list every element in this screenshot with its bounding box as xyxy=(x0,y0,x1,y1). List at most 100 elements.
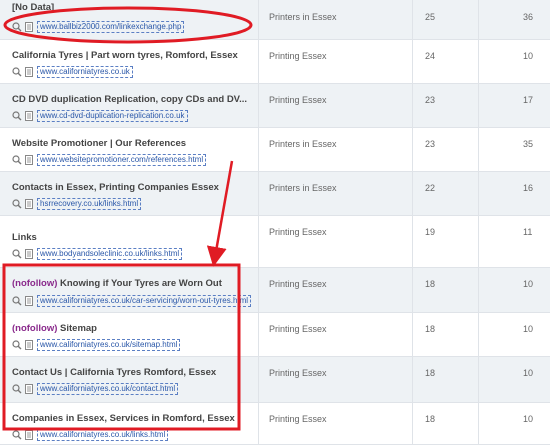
category-cell: Printing Essex xyxy=(258,84,412,127)
metric-value: 23 xyxy=(425,95,436,105)
metric-cell: 24 xyxy=(412,40,478,83)
metric-value: 18 xyxy=(425,324,436,334)
title-cell: [No Data] www.ballbiz2000.com/linkexchan… xyxy=(0,0,258,39)
url-link[interactable]: www.bodyandsoleclinic.co.uk/links.html xyxy=(37,248,183,260)
magnifier-icon[interactable] xyxy=(12,199,22,209)
url-link[interactable]: www.cd-dvd-duplication-replication.co.uk xyxy=(37,110,188,122)
link-title-text: Sitemap xyxy=(60,323,97,334)
link-title: Links xyxy=(12,232,37,243)
title-cell: Companies in Essex, Services in Romford,… xyxy=(0,403,258,444)
link-title: [No Data] xyxy=(12,2,55,13)
url-link[interactable]: www.californiatyres.co.uk/sitemap.html xyxy=(37,339,181,351)
metric-value: 19 xyxy=(425,227,436,237)
metric-cell: 25 xyxy=(412,0,478,39)
metric-value: 25 xyxy=(425,12,436,22)
page-icon[interactable] xyxy=(25,111,33,121)
metric-value: 10 xyxy=(523,414,534,424)
category-text: Printers in Essex xyxy=(269,139,337,149)
category-text: Printers in Essex xyxy=(269,12,337,22)
magnifier-icon[interactable] xyxy=(12,67,22,77)
metric-value: 23 xyxy=(425,139,436,149)
page-icon[interactable] xyxy=(25,199,33,209)
page-icon[interactable] xyxy=(25,67,33,77)
page-icon[interactable] xyxy=(25,249,33,259)
url-line: www.ballbiz2000.com/linkexchange.php xyxy=(12,21,185,33)
table-row: CD DVD duplication Replication, copy CDs… xyxy=(0,84,550,128)
table-row: (nofollow) Sitemap www.californiatyres.c… xyxy=(0,313,550,357)
title-cell: CD DVD duplication Replication, copy CDs… xyxy=(0,84,258,127)
category-text: Printing Essex xyxy=(269,324,327,334)
metric-value: 17 xyxy=(523,95,534,105)
url-link[interactable]: hsrrecovery.co.uk/links.html xyxy=(37,198,142,210)
link-title-text: Knowing if Your Tyres are Worn Out xyxy=(60,278,222,289)
metric-cell: 11 xyxy=(478,216,550,267)
url-line: www.californiatyres.co.uk/links.html xyxy=(12,429,169,441)
category-text: Printing Essex xyxy=(269,51,327,61)
metric-cell: 23 xyxy=(412,128,478,171)
metric-cell: 10 xyxy=(478,40,550,83)
magnifier-icon[interactable] xyxy=(12,111,22,121)
metric-value: 36 xyxy=(523,12,534,22)
title-cell: Contact Us | California Tyres Romford, E… xyxy=(0,357,258,402)
backlinks-table: [No Data] www.ballbiz2000.com/linkexchan… xyxy=(0,0,550,445)
url-link[interactable]: www.ballbiz2000.com/linkexchange.php xyxy=(37,21,185,33)
url-line: hsrrecovery.co.uk/links.html xyxy=(12,198,142,210)
metric-cell: 18 xyxy=(412,268,478,312)
metric-cell: 36 xyxy=(478,0,550,39)
metric-value: 24 xyxy=(425,51,436,61)
category-cell: Printing Essex xyxy=(258,357,412,402)
metric-cell: 19 xyxy=(412,216,478,267)
title-cell: Website Promotioner | Our References www… xyxy=(0,128,258,171)
table-row: Contact Us | California Tyres Romford, E… xyxy=(0,357,550,403)
table-row: California Tyres | Part worn tyres, Romf… xyxy=(0,40,550,84)
metric-value: 35 xyxy=(523,139,534,149)
table-row: (nofollow) Knowing if Your Tyres are Wor… xyxy=(0,268,550,313)
category-cell: Printing Essex xyxy=(258,268,412,312)
category-cell: Printing Essex xyxy=(258,403,412,444)
metric-cell: 10 xyxy=(478,313,550,356)
magnifier-icon[interactable] xyxy=(12,384,22,394)
page-icon[interactable] xyxy=(25,296,33,306)
url-link[interactable]: www.californiatyres.co.uk/links.html xyxy=(37,429,169,441)
url-link[interactable]: www.californiatyres.co.uk/car-servicing/… xyxy=(37,295,252,307)
link-title: Website Promotioner | Our References xyxy=(12,138,187,149)
metric-value: 10 xyxy=(523,368,534,378)
metric-cell: 10 xyxy=(478,268,550,312)
url-link[interactable]: www.websitepromotioner.com/references.ht… xyxy=(37,154,207,166)
nofollow-tag: (nofollow) xyxy=(12,278,58,289)
link-title: CD DVD duplication Replication, copy CDs… xyxy=(12,94,248,105)
page-icon[interactable] xyxy=(25,155,33,165)
category-text: Printing Essex xyxy=(269,368,327,378)
link-title: Contact Us | California Tyres Romford, E… xyxy=(12,367,217,378)
page-icon[interactable] xyxy=(25,430,33,440)
page-icon[interactable] xyxy=(25,384,33,394)
link-title: (nofollow) Sitemap xyxy=(12,323,97,334)
url-line: www.californiatyres.co.uk/sitemap.html xyxy=(12,339,181,351)
title-cell: (nofollow) Knowing if Your Tyres are Wor… xyxy=(0,268,258,312)
link-title: Contacts in Essex, Printing Companies Es… xyxy=(12,182,219,193)
magnifier-icon[interactable] xyxy=(12,430,22,440)
url-link[interactable]: www.californiatyres.co.uk xyxy=(37,66,133,78)
magnifier-icon[interactable] xyxy=(12,296,22,306)
link-title: (nofollow) Knowing if Your Tyres are Wor… xyxy=(12,278,222,289)
page-icon[interactable] xyxy=(25,340,33,350)
page-icon[interactable] xyxy=(25,22,33,32)
category-cell: Printing Essex xyxy=(258,216,412,267)
metric-cell: 16 xyxy=(478,172,550,215)
magnifier-icon[interactable] xyxy=(12,340,22,350)
metric-cell: 35 xyxy=(478,128,550,171)
metric-value: 22 xyxy=(425,183,436,193)
url-link[interactable]: www.californiatyres.co.uk/contact.html xyxy=(37,383,179,395)
nofollow-tag: (nofollow) xyxy=(12,323,58,334)
url-line: www.websitepromotioner.com/references.ht… xyxy=(12,154,207,166)
magnifier-icon[interactable] xyxy=(12,155,22,165)
category-text: Printing Essex xyxy=(269,279,327,289)
magnifier-icon[interactable] xyxy=(12,22,22,32)
metric-value: 18 xyxy=(425,414,436,424)
metric-cell: 18 xyxy=(412,403,478,444)
category-text: Printing Essex xyxy=(269,414,327,424)
metric-value: 10 xyxy=(523,51,534,61)
table-row: Companies in Essex, Services in Romford,… xyxy=(0,403,550,445)
metric-cell: 18 xyxy=(412,357,478,402)
magnifier-icon[interactable] xyxy=(12,249,22,259)
